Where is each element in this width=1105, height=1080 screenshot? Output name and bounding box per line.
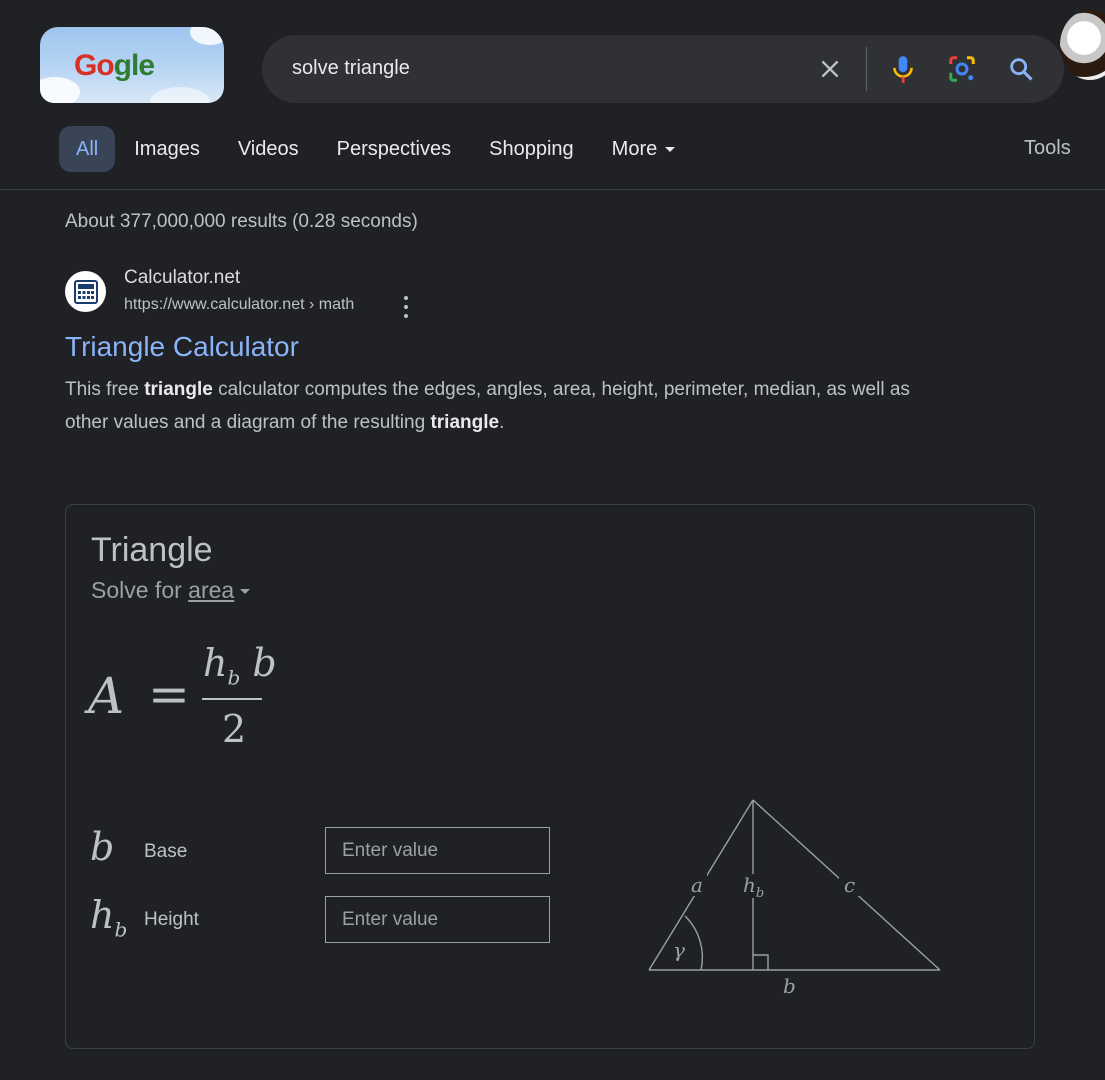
clear-icon[interactable]	[813, 52, 847, 86]
search-box[interactable]: solve triangle	[262, 35, 1064, 103]
solve-for-option[interactable]: area	[188, 577, 234, 603]
tab-perspectives[interactable]: Perspectives	[318, 126, 471, 172]
search-tabs: All Images Videos Perspectives Shopping …	[59, 126, 694, 172]
height-input[interactable]	[325, 896, 550, 943]
site-url[interactable]: https://www.calculator.net › math	[124, 296, 354, 314]
triangle-calculator-widget: Triangle Solve for area A = hb b 2 b Bas…	[65, 504, 1035, 1049]
more-options-icon[interactable]	[399, 296, 413, 318]
formula-denominator: 2	[222, 707, 247, 751]
label-a: a	[691, 873, 703, 897]
triangle-diagram: a hb c b γ	[648, 799, 941, 998]
base-symbol: b	[90, 825, 115, 869]
tab-images[interactable]: Images	[115, 126, 219, 172]
result-stats: About 377,000,000 results (0.28 seconds)	[65, 211, 418, 232]
result-title-link[interactable]: Triangle Calculator	[65, 331, 299, 363]
fraction-bar	[202, 698, 262, 700]
tab-shopping[interactable]: Shopping	[470, 126, 593, 172]
base-label: Base	[144, 841, 188, 862]
google-doodle-logo[interactable]: Gogle	[40, 27, 224, 103]
height-label: Height	[144, 909, 199, 930]
result-snippet: This free triangle calculator computes t…	[65, 379, 910, 433]
widget-title: Triangle	[91, 531, 213, 569]
solve-for-selector[interactable]: Solve for area	[91, 577, 251, 604]
formula-lhs: A	[88, 667, 125, 725]
calculator-favicon-icon[interactable]	[65, 271, 106, 312]
formula-numerator: hb b	[203, 641, 277, 690]
tab-more[interactable]: More	[593, 126, 695, 172]
more-label: More	[611, 138, 658, 160]
search-icon[interactable]	[1004, 52, 1038, 86]
caret-down-icon	[665, 147, 676, 153]
label-b: b	[783, 974, 796, 998]
microphone-icon[interactable]	[886, 52, 920, 86]
label-gamma: γ	[673, 938, 685, 962]
search-separator	[866, 47, 867, 91]
gamma-arc	[684, 915, 704, 971]
base-input[interactable]	[325, 827, 550, 874]
header-divider	[0, 189, 1105, 190]
tab-all[interactable]: All	[59, 126, 116, 172]
solve-for-label: Solve for	[91, 577, 189, 603]
tab-videos[interactable]: Videos	[219, 126, 318, 172]
formula-equals: =	[148, 665, 190, 723]
account-avatar[interactable]	[1060, 10, 1105, 80]
right-angle-marker	[753, 954, 769, 970]
cloud-decoration	[150, 87, 210, 103]
site-name[interactable]: Calculator.net	[124, 267, 240, 289]
caret-down-icon[interactable]	[240, 589, 251, 595]
search-input[interactable]: solve triangle	[292, 57, 410, 80]
cloud-decoration	[190, 27, 224, 45]
google-lens-icon[interactable]	[945, 52, 979, 86]
height-symbol: hb	[90, 893, 128, 942]
label-c: c	[844, 873, 855, 897]
tools-button[interactable]: Tools	[1024, 137, 1071, 160]
logo-wordmark: Gogle	[74, 49, 155, 82]
